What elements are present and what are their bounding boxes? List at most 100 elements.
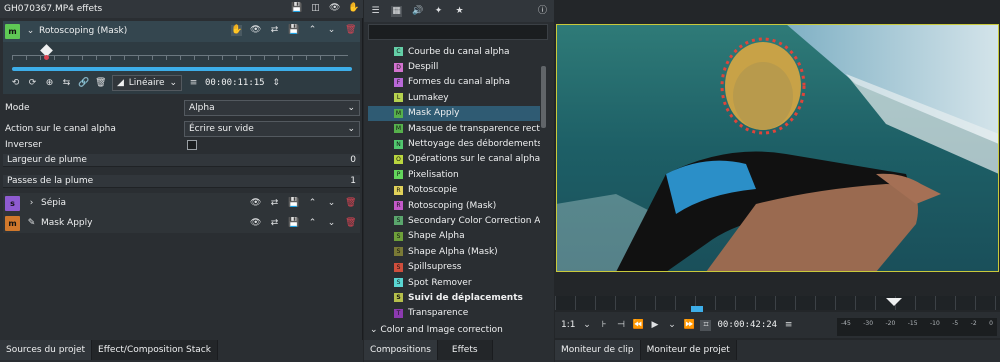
effect-list-item[interactable]: T Transparence <box>368 306 540 321</box>
alpha-action-select[interactable]: Écrire sur vide ⌄ <box>184 121 360 137</box>
tab-project-bin[interactable]: Sources du projet <box>0 340 93 360</box>
sync-icon[interactable]: ⇆ <box>61 78 72 89</box>
effects-list: C Courbe du canal alpha D Despill F Formes du… <box>368 44 540 336</box>
compare-icon[interactable]: ⇄ <box>269 198 280 209</box>
effect-header-sepia[interactable]: s › Sépia 👁 ⇄ 💾 ⌃ ⌄ 🗑 <box>3 193 360 213</box>
effect-list-item[interactable]: M Mask Apply <box>368 105 540 121</box>
playhead-triangle[interactable] <box>886 298 902 306</box>
save-icon[interactable]: 💾 <box>288 25 299 36</box>
audio-effects-icon[interactable]: 🔊 <box>412 6 423 17</box>
chevron-down-icon[interactable]: ⌄ <box>666 320 677 331</box>
effect-list-item[interactable]: D Despill <box>368 59 540 74</box>
prev-keyframe-icon[interactable]: ⟲ <box>10 78 21 89</box>
invert-checkbox[interactable] <box>187 140 197 150</box>
move-down-icon[interactable]: ⌄ <box>326 25 337 36</box>
effect-list-item[interactable]: F Formes du canal alpha <box>368 75 540 90</box>
monitor-timecode[interactable]: 00:00:42:24 <box>717 320 777 330</box>
effect-list-item[interactable]: S Spot Remover <box>368 275 540 290</box>
delete-keyframe-icon[interactable]: 🗑 <box>95 78 106 89</box>
slider-value[interactable]: 0 <box>350 155 356 165</box>
compare-icon[interactable]: ⇄ <box>269 218 280 229</box>
move-down-icon[interactable]: ⌄ <box>326 218 337 229</box>
tab-project-monitor[interactable]: Moniteur de projet <box>640 340 737 360</box>
save-icon[interactable]: 💾 <box>288 198 299 209</box>
effect-list-item[interactable]: R Rotoscoping (Mask) <box>368 198 540 213</box>
chevron-right-icon[interactable]: › <box>26 198 37 209</box>
info-icon[interactable]: ⓘ <box>537 6 548 17</box>
favorites-star-icon[interactable]: ★ <box>454 6 465 17</box>
effect-type-icon: D <box>394 62 403 72</box>
set-in-icon[interactable]: ⊦ <box>598 320 609 331</box>
move-up-icon[interactable]: ⌃ <box>307 218 318 229</box>
effects-search-input[interactable] <box>368 24 548 40</box>
tab-effects[interactable]: Effets <box>437 340 493 360</box>
chevron-down-icon[interactable]: ⌄ <box>25 26 36 37</box>
category-color-image-correction[interactable]: ⌄ Color and Image correction <box>370 325 503 335</box>
zoom-label[interactable]: 1:1 <box>561 320 575 330</box>
rewind-icon[interactable]: ⏪ <box>632 320 643 331</box>
tab-compositions[interactable]: Compositions <box>364 340 438 360</box>
menu-icon[interactable]: ≡ <box>783 320 794 331</box>
add-keyframe-icon[interactable]: ⊕ <box>44 78 55 89</box>
hand-icon[interactable]: ✋ <box>231 25 242 36</box>
effect-list-item[interactable]: M Masque de transparence recta <box>368 121 540 136</box>
effect-list-item[interactable]: N Nettoyage des débordements <box>368 136 540 151</box>
chevron-down-icon[interactable]: ⌄ <box>581 320 592 331</box>
effects-scrollbar[interactable] <box>541 66 546 128</box>
spin-arrows-icon[interactable]: ⇕ <box>271 78 282 89</box>
tab-effect-stack[interactable]: Effect/Composition Stack <box>92 340 218 360</box>
effect-list-item[interactable]: S Suivi de déplacements <box>368 290 540 305</box>
compare-icon[interactable]: ⇄ <box>269 25 280 36</box>
set-out-icon[interactable]: ⊣ <box>615 320 626 331</box>
move-up-icon[interactable]: ⌃ <box>307 198 318 209</box>
play-icon[interactable]: ▶ <box>649 320 660 331</box>
monitor-ruler[interactable] <box>555 296 1000 310</box>
move-down-icon[interactable]: ⌄ <box>326 198 337 209</box>
keyframe-timeline-bar[interactable] <box>12 67 352 71</box>
feather-width-slider[interactable]: Largeur de plume 0 <box>3 154 360 167</box>
video-effects-icon[interactable]: ▦ <box>391 5 402 17</box>
menu-icon[interactable]: ≡ <box>188 78 199 89</box>
save-icon[interactable]: 💾 <box>288 218 299 229</box>
keyframe-ruler[interactable] <box>12 55 348 60</box>
effect-header-mask-apply[interactable]: m ✎ Mask Apply 👁 ⇄ 💾 ⌃ ⌄ 🗑 <box>3 213 360 233</box>
list-icon[interactable]: ☰ <box>370 6 381 17</box>
delete-icon[interactable]: 🗑 <box>345 198 356 209</box>
delete-icon[interactable]: 🗑 <box>345 25 356 36</box>
slider-value[interactable]: 1 <box>350 176 356 186</box>
effect-list-item[interactable]: S Shape Alpha <box>368 229 540 244</box>
chevron-down-icon: ⌄ <box>347 103 355 113</box>
effect-header-rotoscoping[interactable]: m ⌄ Rotoscoping (Mask) ✋ 👁 ⇄ 💾 ⌃ ⌄ 🗑 <box>3 21 360 42</box>
effect-list-item[interactable]: S Spillsupress <box>368 259 540 274</box>
link-icon[interactable]: 🔗 <box>78 78 89 89</box>
split-compare-icon[interactable]: ◫ <box>310 3 321 14</box>
eye-icon[interactable]: 👁 <box>250 25 261 36</box>
playhead-marker[interactable] <box>44 55 49 60</box>
eye-icon[interactable]: 👁 <box>250 218 261 229</box>
save-stack-icon[interactable]: 💾 <box>291 3 302 14</box>
feather-passes-slider[interactable]: Passes de la plume 1 <box>3 175 360 188</box>
effect-list-item[interactable]: S Secondary Color Correction A <box>368 213 540 228</box>
delete-icon[interactable]: 🗑 <box>345 218 356 229</box>
effect-list-item[interactable]: C Courbe du canal alpha <box>368 44 540 59</box>
effect-list-item[interactable]: S Shape Alpha (Mask) <box>368 244 540 259</box>
forward-icon[interactable]: ⏩ <box>683 320 694 331</box>
effect-list-item[interactable]: O Opérations sur le canal alpha <box>368 152 540 167</box>
effect-list-item[interactable]: R Rotoscopie <box>368 183 540 198</box>
move-up-icon[interactable]: ⌃ <box>307 25 318 36</box>
keyframe-timecode[interactable]: 00:00:11:15 <box>205 78 265 88</box>
effect-list-item[interactable]: L Lumakey <box>368 90 540 105</box>
interpolation-select[interactable]: ◢ Linéaire ⌄ <box>112 75 182 91</box>
custom-effects-icon[interactable]: ✦ <box>433 6 444 17</box>
mode-select[interactable]: Alpha ⌄ <box>184 100 360 116</box>
effect-panel-titlebar: GH070367.MP4 effets 💾 ◫ 👁 ✋ <box>0 0 363 18</box>
effect-type-icon: C <box>394 47 403 57</box>
eye-icon[interactable]: 👁 <box>250 198 261 209</box>
effect-list-item[interactable]: P Pixelisation <box>368 167 540 182</box>
effect-type-icon: S <box>394 231 403 241</box>
hand-icon[interactable]: ✋ <box>348 3 359 14</box>
eye-icon[interactable]: 👁 <box>329 3 340 14</box>
tab-clip-monitor[interactable]: Moniteur de clip <box>555 340 641 360</box>
next-keyframe-icon[interactable]: ⟳ <box>27 78 38 89</box>
crop-icon[interactable]: ⌗ <box>700 319 712 331</box>
